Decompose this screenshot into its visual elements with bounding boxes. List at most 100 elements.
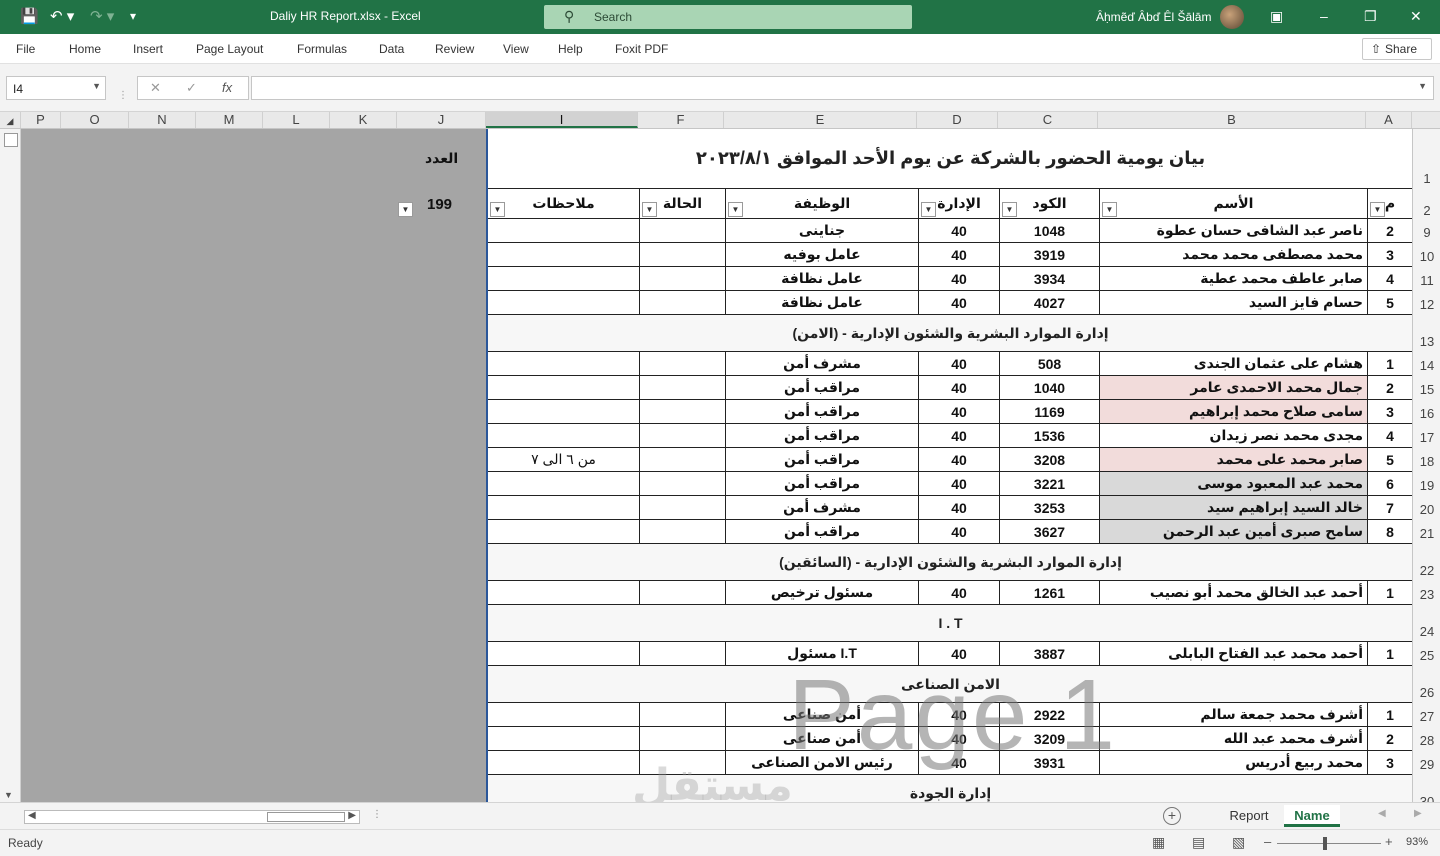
row-header[interactable]: 26 (1413, 685, 1440, 700)
cell-notes[interactable] (488, 520, 640, 543)
cell-name[interactable]: سامى صلاح محمد إبراهيم (1100, 400, 1368, 423)
cell-code[interactable]: 3627 (1000, 520, 1100, 543)
column-header-l[interactable]: L (263, 112, 330, 128)
save-icon[interactable]: 💾 (20, 7, 39, 25)
cell-dept[interactable]: 40 (919, 376, 1000, 399)
cell-name[interactable]: أشرف محمد جمعة سالم (1100, 703, 1368, 726)
row-header[interactable]: 16 (1413, 406, 1440, 421)
column-header-e[interactable]: E (724, 112, 917, 128)
cell-status[interactable] (640, 472, 726, 495)
cell-status[interactable] (640, 376, 726, 399)
cell-name[interactable]: صابر محمد على محمد (1100, 448, 1368, 471)
cell-job[interactable]: مراقب أمن (726, 520, 919, 543)
cell-dept[interactable]: 40 (919, 751, 1000, 774)
header-job[interactable]: الوظيفة (726, 189, 919, 218)
column-header-j[interactable]: J (397, 112, 486, 128)
cell-status[interactable] (640, 424, 726, 447)
cell-status[interactable] (640, 581, 726, 604)
cell-notes[interactable] (488, 727, 640, 750)
cell-job[interactable]: رئيس الامن الصناعى (726, 751, 919, 774)
tab-insert[interactable]: Insert (133, 42, 163, 56)
cell-code[interactable]: 1048 (1000, 219, 1100, 242)
column-header-o[interactable]: O (61, 112, 129, 128)
cell-code[interactable]: 2922 (1000, 703, 1100, 726)
cell-status[interactable] (640, 703, 726, 726)
cell-notes[interactable] (488, 472, 640, 495)
cell-notes[interactable] (488, 352, 640, 375)
cell-notes[interactable] (488, 219, 640, 242)
cell-code[interactable]: 3253 (1000, 496, 1100, 519)
cell-status[interactable] (640, 267, 726, 290)
tab-page-layout[interactable]: Page Layout (196, 42, 263, 56)
cell-job[interactable]: مراقب أمن (726, 376, 919, 399)
expand-formula-icon[interactable]: ▼ (1418, 81, 1427, 91)
tab-formulas[interactable]: Formulas (297, 42, 347, 56)
scrollbar-thumb[interactable] (267, 812, 345, 822)
column-header-a[interactable]: A (1366, 112, 1412, 128)
cell-m[interactable]: 4 (1368, 424, 1412, 447)
sheet-title[interactable]: بيان يومية الحضور بالشركة عن يوم الأحد ا… (488, 129, 1412, 188)
cell-code[interactable]: 4027 (1000, 291, 1100, 314)
ribbon-display-icon[interactable]: ▣ (1270, 8, 1283, 25)
cell-status[interactable] (640, 727, 726, 750)
cell-name[interactable]: هشام على عثمان الجندى (1100, 352, 1368, 375)
cell-status[interactable] (640, 352, 726, 375)
cell-code[interactable]: 1261 (1000, 581, 1100, 604)
cell-notes[interactable] (488, 291, 640, 314)
cell-code[interactable]: 3221 (1000, 472, 1100, 495)
column-header-d[interactable]: D (917, 112, 998, 128)
cell-status[interactable] (640, 520, 726, 543)
next-sheet-icon[interactable]: ▶ (1414, 808, 1422, 819)
cell-job[interactable]: مسئول I.T (726, 642, 919, 665)
cell-notes[interactable] (488, 243, 640, 266)
row-header[interactable]: 15 (1413, 382, 1440, 397)
row-header[interactable]: 25 (1413, 648, 1440, 663)
cell-job[interactable]: جناينى (726, 219, 919, 242)
row-header[interactable]: 11 (1413, 273, 1440, 288)
cell-job[interactable]: أمن صناعى (726, 703, 919, 726)
cell-notes[interactable] (488, 496, 640, 519)
cell-name[interactable]: حسام فايز السيد (1100, 291, 1368, 314)
tab-view[interactable]: View (503, 42, 529, 56)
redo-icon[interactable]: ↷ ▾ (90, 7, 114, 25)
cell-m[interactable]: 5 (1368, 448, 1412, 471)
cell-dept[interactable]: 40 (919, 520, 1000, 543)
cell-name[interactable]: محمد عبد المعبود موسى (1100, 472, 1368, 495)
section-title[interactable]: I . T (488, 605, 1412, 641)
cell-job[interactable]: مسئول ترخيص (726, 581, 919, 604)
cell-name[interactable]: أشرف محمد عبد الله (1100, 727, 1368, 750)
row-header-1[interactable]: 1 (1413, 171, 1440, 186)
search-box[interactable]: ⚲ Search (544, 5, 912, 29)
cell-dept[interactable]: 40 (919, 448, 1000, 471)
cell-dept[interactable]: 40 (919, 496, 1000, 519)
user-name[interactable]: Ȃḥmẽď Ȃbď Ȇl Šālām (1096, 10, 1211, 24)
cell-status[interactable] (640, 291, 726, 314)
cell-code[interactable]: 3887 (1000, 642, 1100, 665)
cell-dept[interactable]: 40 (919, 243, 1000, 266)
row-header[interactable]: 10 (1413, 249, 1440, 264)
cell-job[interactable]: مشرف أمن (726, 496, 919, 519)
cell-dept[interactable]: 40 (919, 400, 1000, 423)
section-title[interactable]: إدارة الجودة (488, 775, 1412, 802)
zoom-slider-thumb[interactable] (1323, 837, 1327, 850)
insert-function-icon[interactable]: fx (222, 80, 232, 95)
row-header[interactable]: 9 (1413, 225, 1440, 240)
cell-code[interactable]: 3931 (1000, 751, 1100, 774)
prev-sheet-icon[interactable]: ◀ (1378, 808, 1386, 819)
cell-m[interactable]: 3 (1368, 751, 1412, 774)
row-header[interactable]: 18 (1413, 454, 1440, 469)
cell-m[interactable]: 2 (1368, 376, 1412, 399)
cell-notes[interactable] (488, 751, 640, 774)
close-icon[interactable]: ✕ (1410, 8, 1422, 25)
cell-code[interactable]: 3209 (1000, 727, 1100, 750)
cell-status[interactable] (640, 400, 726, 423)
cell-dept[interactable]: 40 (919, 581, 1000, 604)
cancel-icon[interactable]: ✕ (150, 80, 161, 96)
cell-name[interactable]: صابر عاطف محمد عطية (1100, 267, 1368, 290)
cell-status[interactable] (640, 751, 726, 774)
cell-notes[interactable] (488, 376, 640, 399)
cell-code[interactable]: 1536 (1000, 424, 1100, 447)
avatar[interactable] (1220, 5, 1244, 29)
cell-m[interactable]: 7 (1368, 496, 1412, 519)
name-box[interactable]: I4 ▼ (6, 76, 106, 100)
